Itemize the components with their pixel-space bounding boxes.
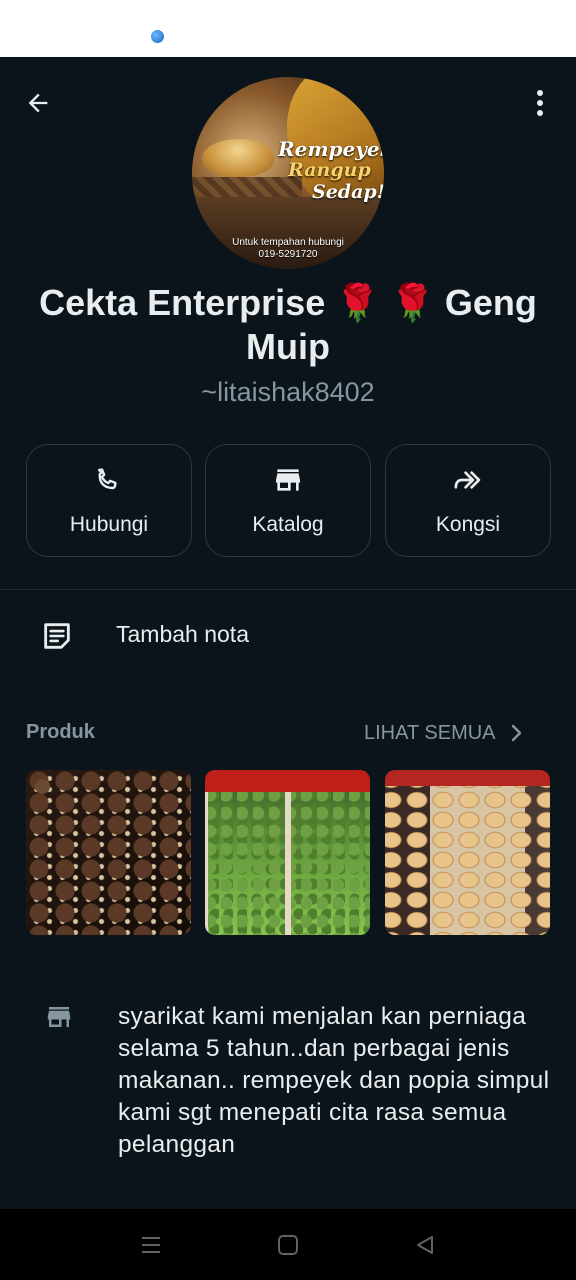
back-button[interactable]	[18, 83, 58, 123]
share-button[interactable]: Kongsi	[385, 444, 551, 557]
store-icon	[276, 469, 300, 491]
add-note-label: Tambah nota	[116, 621, 249, 647]
triangle-back-icon	[417, 1236, 433, 1254]
avatar-contact-line2: 019-5291720	[258, 249, 318, 260]
business-description: syarikat kami menjalan kan perniaga sela…	[118, 1003, 550, 1158]
more-vertical-icon	[537, 90, 543, 116]
business-handle: ~litaishak8402	[201, 377, 375, 407]
share-button-label: Kongsi	[435, 513, 501, 536]
share-icon	[454, 471, 481, 489]
product-thumbnail[interactable]	[385, 770, 550, 935]
avatar-text-line2: Rangup	[288, 159, 371, 181]
recent-apps-button[interactable]	[131, 1229, 171, 1261]
product-thumbnail[interactable]	[26, 770, 191, 935]
business-profile-screen: Rempeyek Rangup Sedap! Untuk tempahan hu…	[0, 57, 576, 1209]
section-divider	[0, 589, 576, 590]
call-button[interactable]: Hubungi	[26, 444, 192, 557]
profile-avatar[interactable]: Rempeyek Rangup Sedap! Untuk tempahan hu…	[192, 77, 384, 269]
back-nav-button[interactable]	[405, 1229, 445, 1261]
avatar-text-line1: Rempeyek	[278, 137, 384, 161]
products-section-title: Produk	[26, 721, 95, 743]
add-note-row[interactable]: Tambah nota	[0, 607, 576, 663]
call-button-label: Hubungi	[69, 513, 149, 536]
more-options-button[interactable]	[522, 83, 558, 123]
arrow-left-icon	[28, 93, 48, 113]
notification-dot-icon	[151, 30, 164, 43]
avatar-contact-line1: Untuk tempahan hubungi	[232, 237, 344, 248]
product-thumbnail[interactable]	[205, 770, 370, 935]
menu-icon	[142, 1237, 160, 1253]
store-icon	[47, 1007, 71, 1027]
home-button[interactable]	[268, 1229, 308, 1261]
home-square-icon	[278, 1235, 298, 1255]
catalog-button-label: Katalog	[252, 513, 324, 536]
catalog-button[interactable]: Katalog	[205, 444, 371, 557]
avatar-text-line3: Sedap!	[312, 181, 384, 203]
phone-icon	[97, 468, 117, 490]
note-icon	[44, 623, 70, 649]
see-all-products-button[interactable]: LIHAT SEMUA	[364, 719, 524, 747]
see-all-label: LIHAT SEMUA	[364, 721, 496, 744]
status-bar	[0, 0, 576, 57]
chevron-right-icon	[511, 724, 521, 742]
business-name: Cekta Enterprise 🌹 🌹 Geng Muip	[39, 282, 537, 367]
system-navigation-bar	[0, 1209, 576, 1280]
